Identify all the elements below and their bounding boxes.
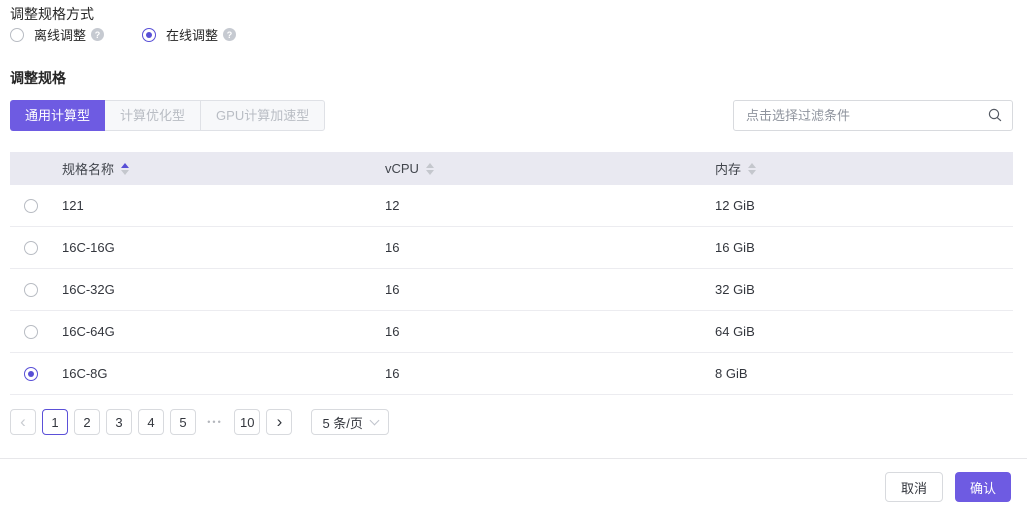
memory-cell: 8 GiB (705, 366, 1013, 381)
help-icon[interactable]: ? (223, 28, 236, 41)
pagination-next-button[interactable]: › (266, 409, 292, 435)
method-section-title: 调整规格方式 (10, 4, 94, 24)
pagination-page-4[interactable]: 4 (138, 409, 164, 435)
spec-name-cell: 16C-64G (52, 324, 375, 339)
row-radio-unchecked-icon[interactable] (24, 241, 38, 255)
row-radio-unchecked-icon[interactable] (24, 325, 38, 339)
confirm-button[interactable]: 确认 (955, 472, 1011, 502)
filter-search-box (733, 100, 1013, 131)
spec-name-cell: 16C-8G (52, 366, 375, 381)
pagination-page-10[interactable]: 10 (234, 409, 260, 435)
tab-general-compute[interactable]: 通用计算型 (10, 100, 105, 131)
row-radio-unchecked-icon[interactable] (24, 283, 38, 297)
table-row-selected[interactable]: 16C-8G 16 8 GiB (10, 353, 1013, 395)
vcpu-cell: 16 (375, 282, 705, 297)
row-radio-unchecked-icon[interactable] (24, 199, 38, 213)
radio-online-label: 在线调整 (166, 25, 218, 44)
page-size-label: 5 条/页 (322, 413, 362, 432)
memory-cell: 16 GiB (705, 240, 1013, 255)
column-header-name: 规格名称 (62, 159, 114, 178)
vcpu-cell: 16 (375, 366, 705, 381)
radio-checked-icon[interactable] (142, 28, 156, 42)
instance-type-tabs: 通用计算型 计算优化型 GPU计算加速型 (10, 100, 325, 131)
vcpu-cell: 16 (375, 324, 705, 339)
sort-icon-vcpu[interactable] (426, 163, 434, 175)
footer-actions: 取消 确认 (885, 472, 1011, 502)
spec-name-cell: 16C-16G (52, 240, 375, 255)
tab-gpu-accelerated[interactable]: GPU计算加速型 (200, 100, 325, 131)
toolbar: 通用计算型 计算优化型 GPU计算加速型 (10, 100, 1013, 131)
tab-compute-optimized[interactable]: 计算优化型 (104, 100, 201, 131)
memory-cell: 32 GiB (705, 282, 1013, 297)
radio-online-adjust[interactable]: 在线调整 ? (142, 25, 236, 44)
spec-name-cell: 16C-32G (52, 282, 375, 297)
spec-table: 规格名称 vCPU 内存 121 12 12 GiB 16C-16G 16 16… (10, 152, 1013, 395)
chevron-right-icon: › (277, 413, 283, 432)
vcpu-cell: 16 (375, 240, 705, 255)
radio-offline-label: 离线调整 (34, 25, 86, 44)
memory-cell: 64 GiB (705, 324, 1013, 339)
pagination-page-2[interactable]: 2 (74, 409, 100, 435)
spec-section-title: 调整规格 (10, 68, 66, 88)
help-icon[interactable]: ? (91, 28, 104, 41)
adjust-method-radio-group: 离线调整 ? 在线调整 ? (10, 25, 236, 44)
pagination-prev-button[interactable]: ‹ (10, 409, 36, 435)
pagination: ‹ 1 2 3 4 5 ••• 10 › 5 条/页 (10, 409, 389, 435)
pagination-ellipsis-icon[interactable]: ••• (202, 417, 228, 427)
spec-name-cell: 121 (52, 198, 375, 213)
pagination-page-3[interactable]: 3 (106, 409, 132, 435)
row-radio-checked-icon[interactable] (24, 367, 38, 381)
page-size-select[interactable]: 5 条/页 (311, 409, 388, 435)
table-row[interactable]: 16C-16G 16 16 GiB (10, 227, 1013, 269)
column-header-vcpu: vCPU (385, 161, 419, 176)
table-row[interactable]: 16C-32G 16 32 GiB (10, 269, 1013, 311)
footer-divider (0, 458, 1027, 459)
radio-offline-adjust[interactable]: 离线调整 ? (10, 25, 104, 44)
vcpu-cell: 12 (375, 198, 705, 213)
filter-search-input[interactable] (733, 100, 1013, 131)
pagination-page-5[interactable]: 5 (170, 409, 196, 435)
chevron-down-icon (369, 415, 379, 425)
search-icon[interactable] (987, 107, 1003, 123)
table-header-row: 规格名称 vCPU 内存 (10, 152, 1013, 185)
table-row[interactable]: 121 12 12 GiB (10, 185, 1013, 227)
pagination-page-1[interactable]: 1 (42, 409, 68, 435)
column-header-memory: 内存 (715, 159, 741, 178)
chevron-left-icon: ‹ (20, 413, 26, 432)
memory-cell: 12 GiB (705, 198, 1013, 213)
sort-icon-name[interactable] (121, 163, 129, 175)
table-row[interactable]: 16C-64G 16 64 GiB (10, 311, 1013, 353)
sort-icon-memory[interactable] (748, 163, 756, 175)
radio-unchecked-icon[interactable] (10, 28, 24, 42)
cancel-button[interactable]: 取消 (885, 472, 943, 502)
